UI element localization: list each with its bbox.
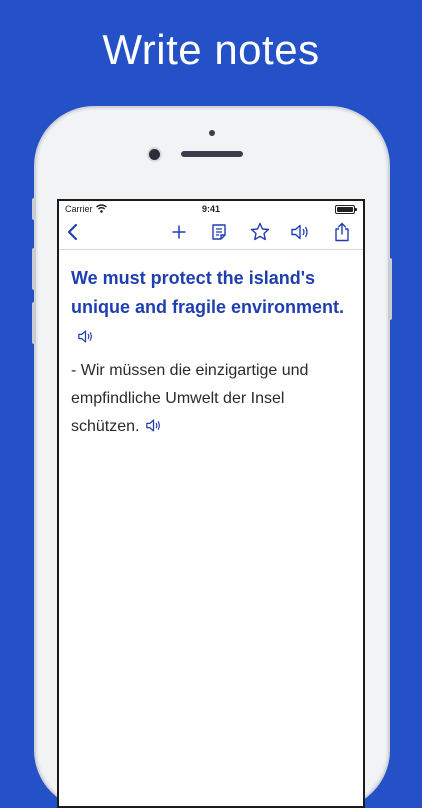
power-button	[388, 258, 392, 320]
speaker-icon	[145, 419, 162, 437]
phrase-content: We must protect the island's unique and …	[59, 250, 363, 443]
favorite-button[interactable]	[248, 222, 272, 246]
app-screen: Carrier 9:41 We must protect the island'…	[57, 199, 365, 808]
play-german-audio-button[interactable]	[145, 415, 162, 443]
plus-icon	[171, 224, 187, 245]
mute-switch	[32, 198, 36, 220]
front-camera	[149, 149, 160, 160]
chevron-left-icon	[66, 223, 80, 246]
speaker-icon	[77, 328, 94, 348]
german-translation-block: - Wir müssen die einzigartige und empfin…	[71, 357, 351, 443]
speaker-icon	[290, 223, 310, 246]
proximity-sensor	[209, 130, 215, 136]
status-time: 9:41	[201, 204, 220, 214]
volume-down-button	[32, 302, 36, 344]
back-button[interactable]	[61, 222, 85, 246]
share-icon	[334, 222, 350, 247]
toolbar	[59, 219, 363, 250]
phone-frame: Carrier 9:41 We must protect the island'…	[32, 108, 392, 808]
volume-up-button	[32, 248, 36, 290]
play-english-audio-button[interactable]	[77, 324, 94, 353]
star-icon	[250, 222, 270, 246]
share-button[interactable]	[330, 222, 354, 246]
notes-button[interactable]	[207, 222, 231, 246]
english-phrase-block: We must protect the island's unique and …	[71, 264, 351, 353]
battery-icon	[335, 205, 357, 214]
earpiece-speaker	[181, 151, 243, 157]
german-translation: - Wir müssen die einzigartige und empfin…	[71, 362, 309, 435]
status-bar: Carrier 9:41	[59, 201, 363, 219]
headline: Write notes	[102, 26, 320, 73]
add-button[interactable]	[167, 222, 191, 246]
play-audio-button[interactable]	[288, 222, 312, 246]
note-icon	[210, 223, 228, 246]
english-phrase: We must protect the island's unique and …	[71, 268, 345, 317]
